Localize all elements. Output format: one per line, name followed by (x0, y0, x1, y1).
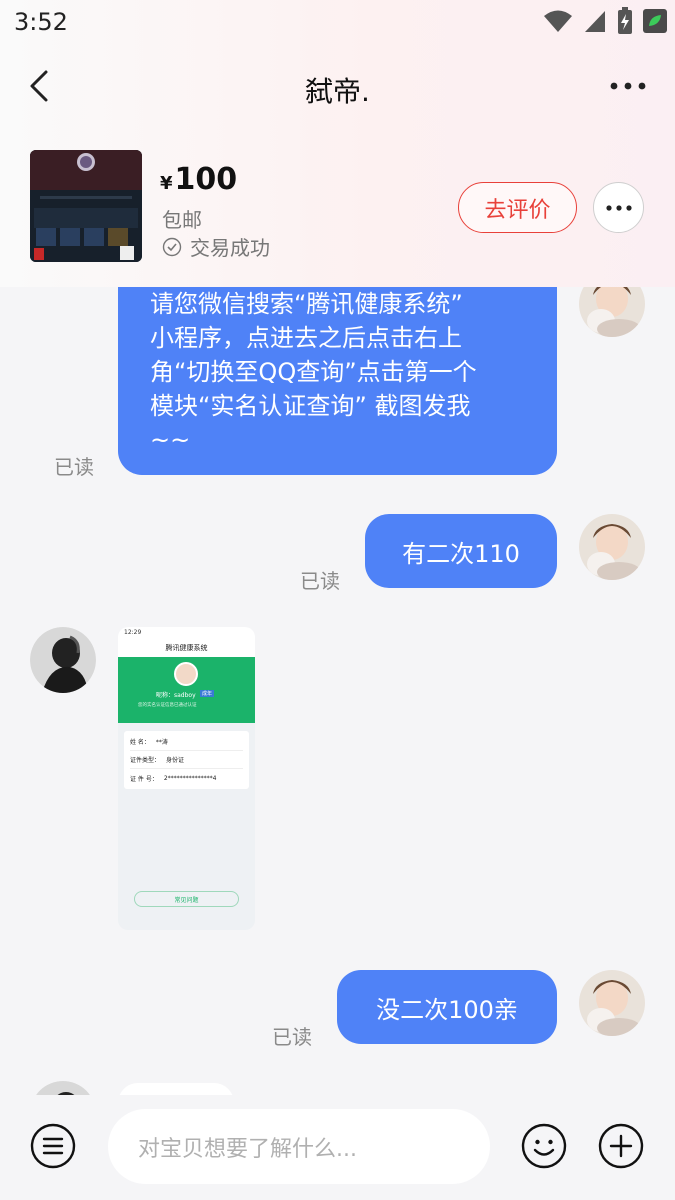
screenshot-time: 12:29 (124, 629, 142, 636)
message-line: 模块“实名认证查询” 截图发我 (150, 392, 471, 420)
message-bubble[interactable]: 请您微信搜索“腾讯健康系统” 小程序，点进去之后点击右上 角“切换至QQ查询”点… (118, 287, 557, 475)
screenshot-row: 姓 名： **涛 (130, 733, 243, 751)
message-line: ~~ (150, 426, 191, 454)
contact-avatar[interactable] (30, 627, 96, 693)
status-bar: 3:52 (0, 0, 675, 46)
screenshot-title: 腾讯健康系统 (165, 644, 208, 652)
product-card[interactable]: ¥100 包邮 交易成功 去评价 (0, 132, 675, 282)
message-input[interactable]: 对宝贝想要了解什么... (108, 1109, 490, 1184)
emoji-icon[interactable] (521, 1123, 567, 1169)
more-icon[interactable] (603, 66, 653, 106)
plus-icon[interactable] (598, 1123, 644, 1169)
nav-bar: 弑帝. (0, 50, 675, 124)
top-area: 3:52 弑帝. ¥100 包邮 交易成功 去评价 (0, 0, 675, 287)
screenshot-info-card: 姓 名： **涛 证件类型： 身份证 证 件 号： 2***************4 (124, 731, 249, 789)
product-more-button[interactable] (593, 182, 644, 233)
app-notification-icon (643, 9, 667, 33)
my-avatar[interactable] (579, 970, 645, 1036)
status-icons (543, 6, 667, 36)
page-title: 弑帝. (305, 75, 370, 108)
avatar-image (579, 287, 645, 337)
image-message[interactable]: 12:29 腾讯健康系统 昵称：sadboy 成年 您的实名认证信息已通过认证 … (118, 627, 255, 930)
message-bubble-partial[interactable] (118, 1083, 234, 1095)
ellipsis-icon (605, 204, 632, 211)
screenshot-tag: 成年 (200, 690, 215, 697)
message-line: 角“切换至QQ查询”点击第一个 (150, 358, 477, 386)
screenshot-row: 证 件 号： 2***************4 (130, 769, 243, 787)
row-label: 姓 名： (130, 739, 150, 746)
product-thumbnail-image (30, 150, 142, 262)
battery-icon (618, 7, 632, 34)
product-price: ¥100 (160, 162, 237, 197)
deal-status: 交易成功 (162, 232, 270, 261)
avatar-image (30, 627, 96, 693)
message-bubble[interactable]: 有二次110 (365, 514, 557, 588)
deal-status-text: 交易成功 (190, 236, 270, 260)
menu-icon[interactable] (30, 1123, 76, 1169)
row-value: 身份证 (166, 757, 185, 764)
message-text: 没二次100亲 (376, 995, 518, 1024)
input-bar: 对宝贝想要了解什么... (0, 1095, 675, 1200)
message-text: 有二次110 (402, 539, 520, 568)
read-receipt: 已读 (54, 455, 94, 479)
avatar-image (30, 1081, 96, 1095)
screenshot-header: 12:29 腾讯健康系统 (118, 627, 255, 657)
avatar-image (579, 514, 645, 580)
screenshot-avatar (174, 662, 198, 686)
status-time: 3:52 (14, 8, 68, 36)
avatar-image (579, 970, 645, 1036)
read-receipt: 已读 (272, 1025, 312, 1049)
contact-avatar[interactable] (30, 1081, 96, 1095)
signal-icon (585, 11, 605, 32)
row-label: 证件类型： (130, 757, 161, 764)
row-label: 证 件 号： (130, 775, 158, 783)
message-line: 请您微信搜索“腾讯健康系统” (150, 290, 463, 318)
row-value: 2***************4 (163, 774, 217, 782)
screenshot-subtitle: 您的实名认证信息已通过认证 (138, 703, 197, 708)
screenshot-nickname: 昵称：sadboy (156, 692, 196, 699)
price-value: 100 (174, 162, 238, 197)
product-thumbnail[interactable] (30, 150, 142, 262)
chat-area[interactable]: 请您微信搜索“腾讯健康系统” 小程序，点进去之后点击右上 角“切换至QQ查询”点… (0, 287, 675, 1095)
read-receipt: 已读 (300, 569, 340, 593)
my-avatar[interactable] (579, 514, 645, 580)
check-circle-icon (162, 237, 182, 256)
screenshot-row: 证件类型： 身份证 (130, 751, 243, 769)
row-value: **涛 (155, 739, 168, 746)
review-button[interactable]: 去评价 (458, 182, 577, 233)
message-line: 小程序，点进去之后点击右上 (150, 324, 462, 352)
currency-symbol: ¥ (160, 173, 173, 194)
screenshot-faq-button: 常见问题 (134, 891, 239, 907)
screenshot-banner: 昵称：sadboy 成年 您的实名认证信息已通过认证 (118, 657, 255, 723)
wifi-icon (544, 10, 572, 32)
shipping-label: 包邮 (162, 208, 202, 232)
message-bubble[interactable]: 没二次100亲 (337, 970, 557, 1044)
my-avatar[interactable] (579, 287, 645, 337)
